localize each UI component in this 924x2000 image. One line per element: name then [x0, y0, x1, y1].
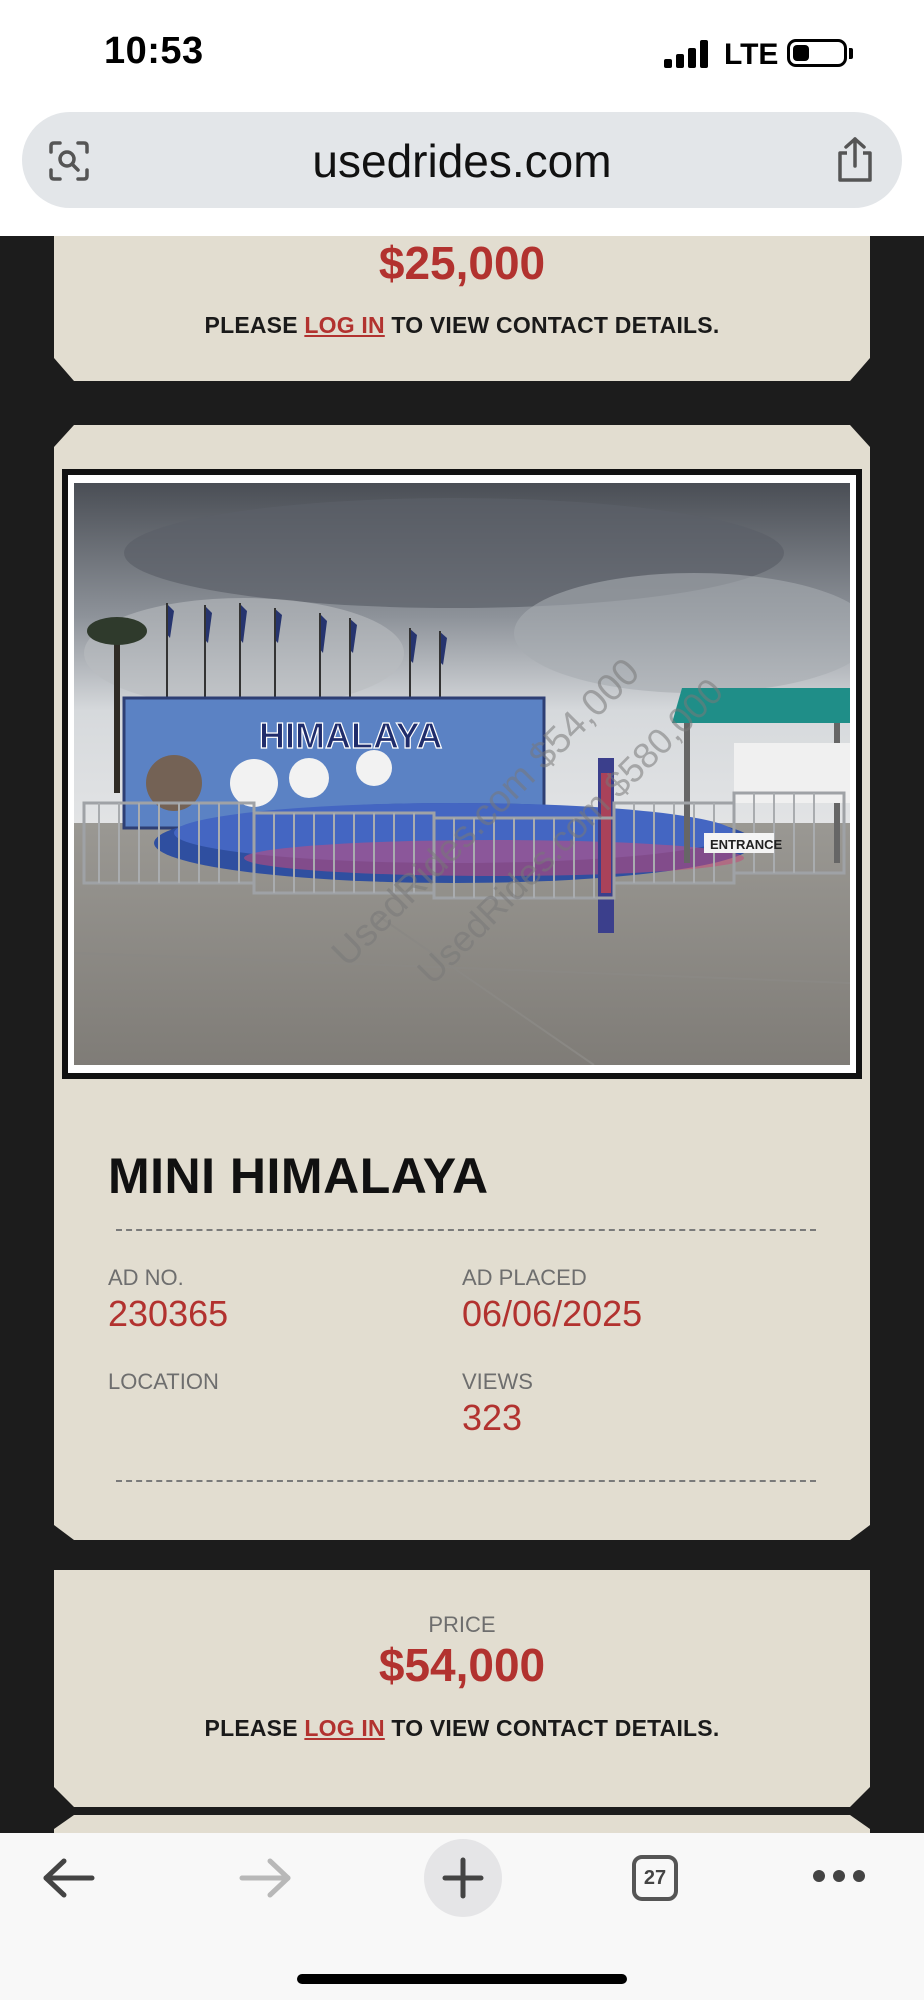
- listing-price: $54,000: [378, 1639, 546, 1691]
- status-time: 10:53: [104, 30, 204, 72]
- battery-icon: [787, 39, 847, 67]
- forward-arrow-icon[interactable]: [236, 1857, 294, 1899]
- contact-prefix: PLEASE: [204, 312, 305, 338]
- listing-title[interactable]: MINI HIMALAYA: [108, 1147, 489, 1205]
- share-icon[interactable]: [834, 136, 876, 184]
- contact-suffix: TO VIEW CONTACT DETAILS.: [384, 1715, 720, 1741]
- ad-placed-value: 06/06/2025: [462, 1293, 643, 1334]
- log-in-link[interactable]: LOG IN: [304, 312, 384, 338]
- ad-no-value: 230365: [108, 1293, 229, 1334]
- sign-text: HIMALAYA: [259, 715, 442, 756]
- ad-placed-label: AD PLACED: [462, 1265, 587, 1290]
- url-text[interactable]: usedrides.com: [22, 134, 902, 188]
- listing-photo[interactable]: HIMALAYA ENTRANCE: [74, 483, 850, 1065]
- views-label: VIEWS: [462, 1369, 533, 1394]
- ad-no-label: AD NO.: [108, 1265, 184, 1290]
- listing-card-previous: $25,000 PLEASE LOG IN TO VIEW CONTACT DE…: [54, 236, 870, 381]
- listings-page: $25,000 PLEASE LOG IN TO VIEW CONTACT DE…: [0, 236, 924, 1833]
- tabs-button[interactable]: 27: [632, 1855, 678, 1901]
- contact-notice: PLEASE LOG IN TO VIEW CONTACT DETAILS.: [54, 1715, 870, 1742]
- plus-icon: [442, 1857, 484, 1899]
- network-label: LTE: [724, 38, 779, 71]
- contact-prefix: PLEASE: [204, 1715, 305, 1741]
- divider: [116, 1229, 816, 1231]
- battery-tip: [849, 48, 853, 59]
- browser-toolbar: 27: [0, 1833, 924, 2000]
- listing-price: $25,000: [378, 237, 546, 289]
- contact-suffix: TO VIEW CONTACT DETAILS.: [384, 312, 720, 338]
- listing-card[interactable]: HIMALAYA ENTRANCE UsedRides.com $54,000 …: [54, 425, 870, 1540]
- listing-price-section: PRICE $54,000 PLEASE LOG IN TO VIEW CONT…: [54, 1570, 870, 1807]
- views-value: 323: [462, 1397, 523, 1438]
- more-options-icon[interactable]: [812, 1869, 866, 1883]
- new-tab-button[interactable]: [424, 1839, 502, 1917]
- back-arrow-icon[interactable]: [40, 1857, 98, 1899]
- divider: [116, 1480, 816, 1482]
- status-bar: 10:53 LTE: [0, 0, 924, 108]
- price-label: PRICE: [428, 1612, 496, 1637]
- listing-card-next[interactable]: [54, 1815, 870, 1833]
- log-in-link[interactable]: LOG IN: [304, 1715, 384, 1741]
- contact-notice: PLEASE LOG IN TO VIEW CONTACT DETAILS.: [54, 312, 870, 339]
- address-bar[interactable]: usedrides.com: [22, 112, 902, 208]
- home-indicator[interactable]: [297, 1974, 627, 1984]
- location-label: LOCATION: [108, 1369, 219, 1394]
- listing-photo-frame[interactable]: HIMALAYA ENTRANCE: [62, 469, 862, 1079]
- signal-icon: [664, 40, 708, 68]
- entrance-sign-text: ENTRANCE: [710, 837, 783, 852]
